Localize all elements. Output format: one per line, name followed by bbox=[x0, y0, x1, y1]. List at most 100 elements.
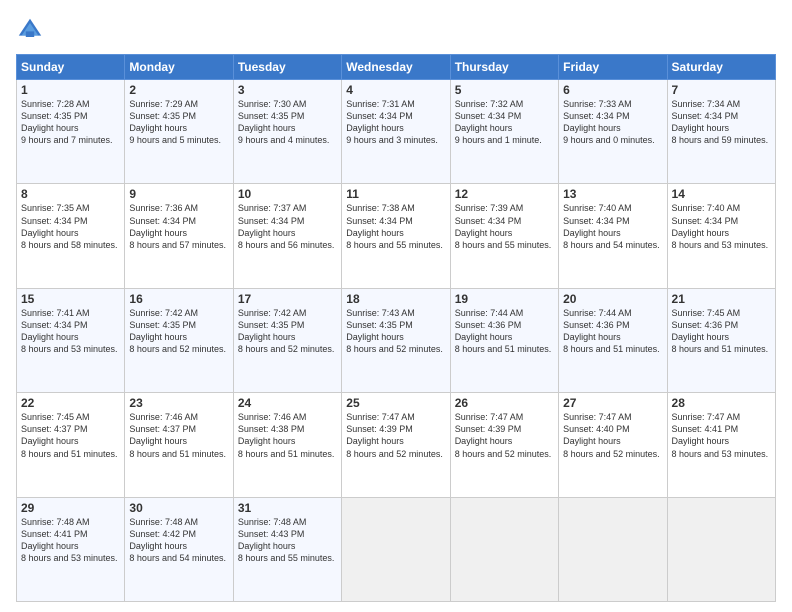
day-info: Sunrise: 7:36 AM Sunset: 4:34 PM Dayligh… bbox=[129, 202, 228, 251]
calendar-cell: 25 Sunrise: 7:47 AM Sunset: 4:39 PM Dayl… bbox=[342, 393, 450, 497]
calendar-cell: 20 Sunrise: 7:44 AM Sunset: 4:36 PM Dayl… bbox=[559, 288, 667, 392]
day-number: 31 bbox=[238, 501, 337, 515]
day-info: Sunrise: 7:38 AM Sunset: 4:34 PM Dayligh… bbox=[346, 202, 445, 251]
calendar-cell: 13 Sunrise: 7:40 AM Sunset: 4:34 PM Dayl… bbox=[559, 184, 667, 288]
day-number: 28 bbox=[672, 396, 771, 410]
weekday-header-thursday: Thursday bbox=[450, 55, 558, 80]
day-number: 3 bbox=[238, 83, 337, 97]
calendar-cell: 7 Sunrise: 7:34 AM Sunset: 4:34 PM Dayli… bbox=[667, 80, 775, 184]
day-number: 24 bbox=[238, 396, 337, 410]
day-number: 26 bbox=[455, 396, 554, 410]
day-info: Sunrise: 7:33 AM Sunset: 4:34 PM Dayligh… bbox=[563, 98, 662, 147]
day-number: 23 bbox=[129, 396, 228, 410]
day-info: Sunrise: 7:41 AM Sunset: 4:34 PM Dayligh… bbox=[21, 307, 120, 356]
day-number: 30 bbox=[129, 501, 228, 515]
calendar-cell: 15 Sunrise: 7:41 AM Sunset: 4:34 PM Dayl… bbox=[17, 288, 125, 392]
page: SundayMondayTuesdayWednesdayThursdayFrid… bbox=[0, 0, 792, 612]
day-number: 27 bbox=[563, 396, 662, 410]
calendar-cell: 21 Sunrise: 7:45 AM Sunset: 4:36 PM Dayl… bbox=[667, 288, 775, 392]
calendar-cell bbox=[667, 497, 775, 601]
day-info: Sunrise: 7:44 AM Sunset: 4:36 PM Dayligh… bbox=[563, 307, 662, 356]
day-info: Sunrise: 7:47 AM Sunset: 4:39 PM Dayligh… bbox=[346, 411, 445, 460]
calendar-cell: 14 Sunrise: 7:40 AM Sunset: 4:34 PM Dayl… bbox=[667, 184, 775, 288]
day-number: 5 bbox=[455, 83, 554, 97]
day-number: 15 bbox=[21, 292, 120, 306]
calendar-cell: 18 Sunrise: 7:43 AM Sunset: 4:35 PM Dayl… bbox=[342, 288, 450, 392]
day-info: Sunrise: 7:45 AM Sunset: 4:37 PM Dayligh… bbox=[21, 411, 120, 460]
day-info: Sunrise: 7:40 AM Sunset: 4:34 PM Dayligh… bbox=[563, 202, 662, 251]
day-info: Sunrise: 7:48 AM Sunset: 4:43 PM Dayligh… bbox=[238, 516, 337, 565]
calendar-cell: 22 Sunrise: 7:45 AM Sunset: 4:37 PM Dayl… bbox=[17, 393, 125, 497]
day-number: 14 bbox=[672, 187, 771, 201]
day-info: Sunrise: 7:42 AM Sunset: 4:35 PM Dayligh… bbox=[129, 307, 228, 356]
calendar-cell: 4 Sunrise: 7:31 AM Sunset: 4:34 PM Dayli… bbox=[342, 80, 450, 184]
day-info: Sunrise: 7:35 AM Sunset: 4:34 PM Dayligh… bbox=[21, 202, 120, 251]
day-number: 8 bbox=[21, 187, 120, 201]
day-number: 17 bbox=[238, 292, 337, 306]
day-info: Sunrise: 7:48 AM Sunset: 4:42 PM Dayligh… bbox=[129, 516, 228, 565]
calendar-cell: 3 Sunrise: 7:30 AM Sunset: 4:35 PM Dayli… bbox=[233, 80, 341, 184]
weekday-header-saturday: Saturday bbox=[667, 55, 775, 80]
calendar-cell: 8 Sunrise: 7:35 AM Sunset: 4:34 PM Dayli… bbox=[17, 184, 125, 288]
day-info: Sunrise: 7:40 AM Sunset: 4:34 PM Dayligh… bbox=[672, 202, 771, 251]
day-number: 6 bbox=[563, 83, 662, 97]
day-number: 29 bbox=[21, 501, 120, 515]
day-info: Sunrise: 7:42 AM Sunset: 4:35 PM Dayligh… bbox=[238, 307, 337, 356]
day-number: 12 bbox=[455, 187, 554, 201]
calendar-cell: 19 Sunrise: 7:44 AM Sunset: 4:36 PM Dayl… bbox=[450, 288, 558, 392]
day-info: Sunrise: 7:43 AM Sunset: 4:35 PM Dayligh… bbox=[346, 307, 445, 356]
day-info: Sunrise: 7:29 AM Sunset: 4:35 PM Dayligh… bbox=[129, 98, 228, 147]
calendar-cell: 16 Sunrise: 7:42 AM Sunset: 4:35 PM Dayl… bbox=[125, 288, 233, 392]
day-number: 13 bbox=[563, 187, 662, 201]
day-number: 22 bbox=[21, 396, 120, 410]
weekday-header-sunday: Sunday bbox=[17, 55, 125, 80]
day-number: 25 bbox=[346, 396, 445, 410]
day-number: 16 bbox=[129, 292, 228, 306]
calendar-cell: 9 Sunrise: 7:36 AM Sunset: 4:34 PM Dayli… bbox=[125, 184, 233, 288]
calendar-cell: 30 Sunrise: 7:48 AM Sunset: 4:42 PM Dayl… bbox=[125, 497, 233, 601]
day-info: Sunrise: 7:44 AM Sunset: 4:36 PM Dayligh… bbox=[455, 307, 554, 356]
day-number: 11 bbox=[346, 187, 445, 201]
calendar-cell: 23 Sunrise: 7:46 AM Sunset: 4:37 PM Dayl… bbox=[125, 393, 233, 497]
day-info: Sunrise: 7:47 AM Sunset: 4:39 PM Dayligh… bbox=[455, 411, 554, 460]
calendar-cell: 11 Sunrise: 7:38 AM Sunset: 4:34 PM Dayl… bbox=[342, 184, 450, 288]
calendar-cell: 10 Sunrise: 7:37 AM Sunset: 4:34 PM Dayl… bbox=[233, 184, 341, 288]
calendar-cell: 29 Sunrise: 7:48 AM Sunset: 4:41 PM Dayl… bbox=[17, 497, 125, 601]
calendar-cell: 17 Sunrise: 7:42 AM Sunset: 4:35 PM Dayl… bbox=[233, 288, 341, 392]
day-info: Sunrise: 7:34 AM Sunset: 4:34 PM Dayligh… bbox=[672, 98, 771, 147]
calendar-cell: 28 Sunrise: 7:47 AM Sunset: 4:41 PM Dayl… bbox=[667, 393, 775, 497]
day-number: 2 bbox=[129, 83, 228, 97]
day-number: 10 bbox=[238, 187, 337, 201]
calendar-cell: 31 Sunrise: 7:48 AM Sunset: 4:43 PM Dayl… bbox=[233, 497, 341, 601]
calendar-cell: 27 Sunrise: 7:47 AM Sunset: 4:40 PM Dayl… bbox=[559, 393, 667, 497]
weekday-header-monday: Monday bbox=[125, 55, 233, 80]
day-info: Sunrise: 7:46 AM Sunset: 4:37 PM Dayligh… bbox=[129, 411, 228, 460]
calendar-cell: 12 Sunrise: 7:39 AM Sunset: 4:34 PM Dayl… bbox=[450, 184, 558, 288]
week-row-4: 22 Sunrise: 7:45 AM Sunset: 4:37 PM Dayl… bbox=[17, 393, 776, 497]
day-info: Sunrise: 7:48 AM Sunset: 4:41 PM Dayligh… bbox=[21, 516, 120, 565]
day-number: 19 bbox=[455, 292, 554, 306]
day-number: 9 bbox=[129, 187, 228, 201]
calendar-cell: 5 Sunrise: 7:32 AM Sunset: 4:34 PM Dayli… bbox=[450, 80, 558, 184]
day-number: 20 bbox=[563, 292, 662, 306]
day-info: Sunrise: 7:31 AM Sunset: 4:34 PM Dayligh… bbox=[346, 98, 445, 147]
calendar: SundayMondayTuesdayWednesdayThursdayFrid… bbox=[16, 54, 776, 602]
weekday-header-friday: Friday bbox=[559, 55, 667, 80]
day-info: Sunrise: 7:47 AM Sunset: 4:41 PM Dayligh… bbox=[672, 411, 771, 460]
calendar-cell: 2 Sunrise: 7:29 AM Sunset: 4:35 PM Dayli… bbox=[125, 80, 233, 184]
week-row-3: 15 Sunrise: 7:41 AM Sunset: 4:34 PM Dayl… bbox=[17, 288, 776, 392]
header bbox=[16, 16, 776, 44]
day-info: Sunrise: 7:28 AM Sunset: 4:35 PM Dayligh… bbox=[21, 98, 120, 147]
day-number: 1 bbox=[21, 83, 120, 97]
calendar-cell bbox=[559, 497, 667, 601]
week-row-1: 1 Sunrise: 7:28 AM Sunset: 4:35 PM Dayli… bbox=[17, 80, 776, 184]
calendar-cell bbox=[450, 497, 558, 601]
weekday-header-wednesday: Wednesday bbox=[342, 55, 450, 80]
day-info: Sunrise: 7:39 AM Sunset: 4:34 PM Dayligh… bbox=[455, 202, 554, 251]
day-number: 4 bbox=[346, 83, 445, 97]
day-info: Sunrise: 7:46 AM Sunset: 4:38 PM Dayligh… bbox=[238, 411, 337, 460]
day-number: 7 bbox=[672, 83, 771, 97]
calendar-cell: 1 Sunrise: 7:28 AM Sunset: 4:35 PM Dayli… bbox=[17, 80, 125, 184]
weekday-header-row: SundayMondayTuesdayWednesdayThursdayFrid… bbox=[17, 55, 776, 80]
day-number: 21 bbox=[672, 292, 771, 306]
